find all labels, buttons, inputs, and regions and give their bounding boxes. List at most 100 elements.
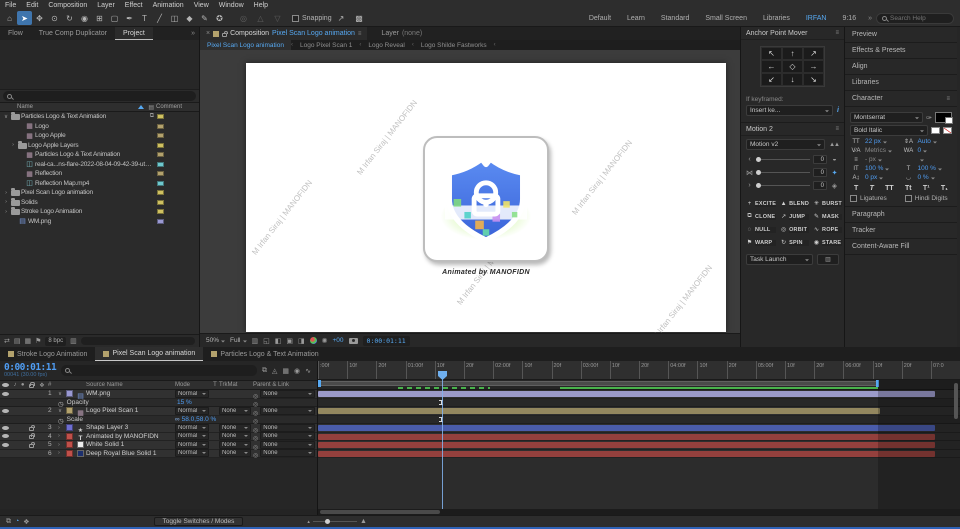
label-color-chip[interactable] [157,161,164,167]
layer-duration-bar[interactable] [318,442,935,448]
anchor-arrow-button[interactable]: ◇ [782,60,803,73]
toggle-switches-modes-button[interactable]: Toggle Switches / Modes [153,517,244,526]
slider-track[interactable] [756,156,810,162]
menu-item[interactable]: Edit [21,2,43,9]
label-color-chip[interactable] [157,209,164,215]
item-name[interactable]: Stroke Logo Animation [21,208,154,215]
faux-style-button[interactable]: T₁ [941,185,948,192]
workspace-tab[interactable]: IRFAN [798,15,835,22]
brush-tool-icon[interactable]: ╱ [152,11,167,25]
exposure-value[interactable]: +00 [333,337,344,344]
setting-value-dropdown[interactable]: Auto [918,138,953,145]
twirl-icon[interactable]: › [58,450,66,456]
composition-viewer-tab[interactable]: × Composition Pixel Scan Logo animation … [200,27,368,40]
ligatures-checkbox[interactable] [850,195,857,202]
track-row[interactable] [318,432,960,441]
lock-icon[interactable] [222,30,229,37]
anchor-arrow-button[interactable]: ↖ [761,47,782,60]
item-name[interactable]: real-ca...ns-flare-2022-08-04-09-42-39-u… [35,161,154,168]
lock-icon[interactable] [29,441,35,448]
label-color-chip[interactable] [157,123,164,129]
label-color-chip[interactable] [66,449,73,457]
twirl-icon[interactable]: ∨ [2,114,10,120]
playhead[interactable] [438,371,447,509]
track-row[interactable] [318,441,960,450]
zoom-out-mountain-icon[interactable]: ▴ [307,519,310,525]
hindi-digits-checkbox[interactable] [904,195,912,202]
faux-style-button[interactable]: Tt [905,185,912,192]
menu-item[interactable]: Help [249,2,273,9]
parent-dropdown[interactable]: None [260,449,315,458]
horizontal-scrollbar-thumb[interactable] [320,510,440,514]
blend-mode-dropdown[interactable]: Normal [175,406,209,415]
setting-value-dropdown[interactable]: 22 px [865,138,900,145]
menu-item[interactable]: Window [214,2,249,9]
track-row[interactable] [318,424,960,433]
twirl-icon[interactable]: › [58,442,66,448]
camera-tool-icon[interactable]: ◉ [77,11,92,25]
workspace-overflow-icon[interactable]: » [864,15,876,22]
track-row[interactable] [318,449,960,458]
frame-blending-icon[interactable]: ▦ [282,367,289,375]
label-color-chip[interactable] [66,432,73,440]
project-item[interactable]: › Stroke Logo Animation [0,207,199,217]
project-item[interactable]: Reflection [0,169,199,179]
item-name[interactable]: Particles Logo & Text Animation [35,151,154,158]
new-composition-icon[interactable]: ▦ [25,337,32,345]
item-name[interactable]: Solids [21,199,154,206]
motion-tool-button[interactable]: ⚑ WARP [744,236,778,249]
twirl-icon[interactable]: › [9,142,17,148]
pick-whip-icon[interactable] [253,444,258,462]
project-item[interactable]: ∨ Particles Logo & Text Animation ⧉ [0,112,199,122]
eye-icon[interactable] [2,391,9,396]
project-item[interactable]: Reflection Map.mp4 [0,179,199,189]
zoom-slider-track[interactable] [312,518,357,524]
comp-tab[interactable]: Logo Shilde Fastworks [414,40,494,50]
slider-value[interactable]: 0 [813,181,827,190]
info-icon[interactable]: i [837,107,839,114]
label-color-chip[interactable] [157,142,164,148]
time-ruler[interactable]: :00f 10f 20f 01:00f 10f 20f 02:00f 10f 20f 03:00f… [318,361,960,380]
close-icon[interactable]: × [206,30,210,37]
panel-tab[interactable]: Flow [0,27,31,40]
menu-item[interactable]: View [189,2,214,9]
motion-preset-dropdown[interactable]: Motion v2 [746,139,826,150]
anchor-arrow-button[interactable]: ↗ [803,47,824,60]
motion-tool-button[interactable]: ✳ BURST [811,197,844,210]
timeline-tab[interactable]: Particles Logo & Text Animation [203,347,326,361]
motion-tool-button[interactable]: ⧉ CLONE [744,210,778,223]
anchor-arrow-button[interactable]: ↙ [761,73,782,86]
panel-menu-icon[interactable]: ≡ [946,96,950,102]
comp-tab[interactable]: Logo Reveal [361,40,412,50]
blend-mode-dropdown[interactable]: Normal [175,449,209,458]
layer-name[interactable]: Animated by MANOFIDN [86,433,175,440]
project-item[interactable]: real-ca...ns-flare-2022-08-04-09-42-39-u… [0,160,199,170]
anchor-arrow-button[interactable]: ← [761,60,782,73]
project-item[interactable]: WM.png [0,217,199,227]
insert-keyframe-dropdown[interactable]: Insert ke... [746,105,834,116]
feather-icon[interactable]: ✦ [830,169,839,177]
frame-blend-toggle-icon[interactable]: ⧉ [6,518,11,526]
workspace-tab[interactable]: 9:16 [834,15,864,22]
timeline-search[interactable] [61,365,257,376]
composition-canvas[interactable]: M Irfan Siraj | MANOFIDN M Irfan Siraj |… [246,63,726,333]
layer-duration-bar[interactable] [318,408,880,414]
trkmat-dropdown[interactable]: None [219,406,251,415]
track-row[interactable] [318,407,960,416]
eraser-tool-icon[interactable]: ◆ [182,11,197,25]
motion-tool-button[interactable]: ◉ STARE [811,236,844,249]
setting-value-dropdown[interactable] [918,158,953,162]
shape-tool-icon[interactable]: ▢ [107,11,122,25]
motion-tool-button[interactable]: ✎ MASK [811,210,844,223]
twirl-icon[interactable]: › [58,425,66,431]
project-item[interactable]: › Logo Apple Layers [0,140,199,151]
layer-duration-bar[interactable] [318,425,935,431]
mask-visibility-icon[interactable]: ◱ [263,337,270,345]
setting-value-dropdown[interactable]: 100 % [918,165,953,172]
resolution-dropdown[interactable]: Full [230,337,247,344]
setting-value-dropdown[interactable]: 0 px [865,174,900,181]
zoom-slider-knob[interactable] [324,518,330,524]
panel-overflow-icon[interactable]: » [187,30,199,37]
label-color-chip[interactable] [157,218,164,224]
eye-icon[interactable] [2,434,9,439]
